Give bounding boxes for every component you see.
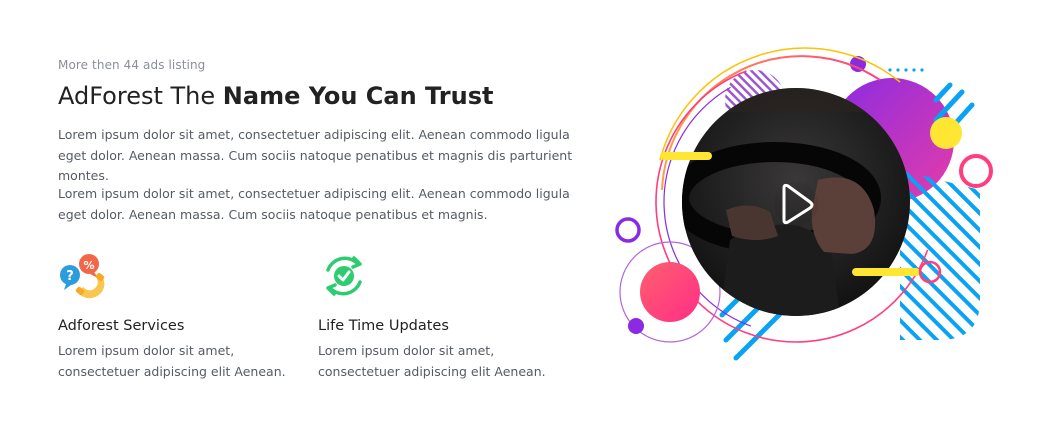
title-bold: Name You Can Trust bbox=[222, 82, 494, 110]
feature-updates: Life Time Updates Lorem ipsum dolor sit … bbox=[318, 250, 568, 379]
svg-text:%: % bbox=[83, 259, 94, 272]
section-kicker: More then 44 ads listing bbox=[58, 58, 206, 72]
feature-title: Adforest Services bbox=[58, 318, 185, 334]
section-paragraph-2: Lorem ipsum dolor sit amet, consectetuer… bbox=[58, 186, 570, 222]
play-button[interactable] bbox=[774, 182, 818, 226]
feature-title: Life Time Updates bbox=[318, 318, 449, 334]
feature-services: ? % Adforest Services Lorem ipsum dolor … bbox=[58, 250, 308, 379]
feature-description: Lorem ipsum dolor sit amet, consectetuer… bbox=[318, 343, 546, 379]
refresh-check-icon bbox=[326, 256, 362, 296]
video-illustration bbox=[615, 47, 993, 361]
title-light: AdForest The bbox=[58, 82, 223, 110]
support-phone-icon: ? % bbox=[60, 254, 105, 299]
section-title: AdForest The Name You Can Trust bbox=[58, 82, 493, 110]
feature-description: Lorem ipsum dolor sit amet, consectetuer… bbox=[58, 343, 286, 379]
svg-text:?: ? bbox=[66, 269, 74, 284]
section-paragraph-1: Lorem ipsum dolor sit amet, consectetuer… bbox=[58, 127, 573, 183]
